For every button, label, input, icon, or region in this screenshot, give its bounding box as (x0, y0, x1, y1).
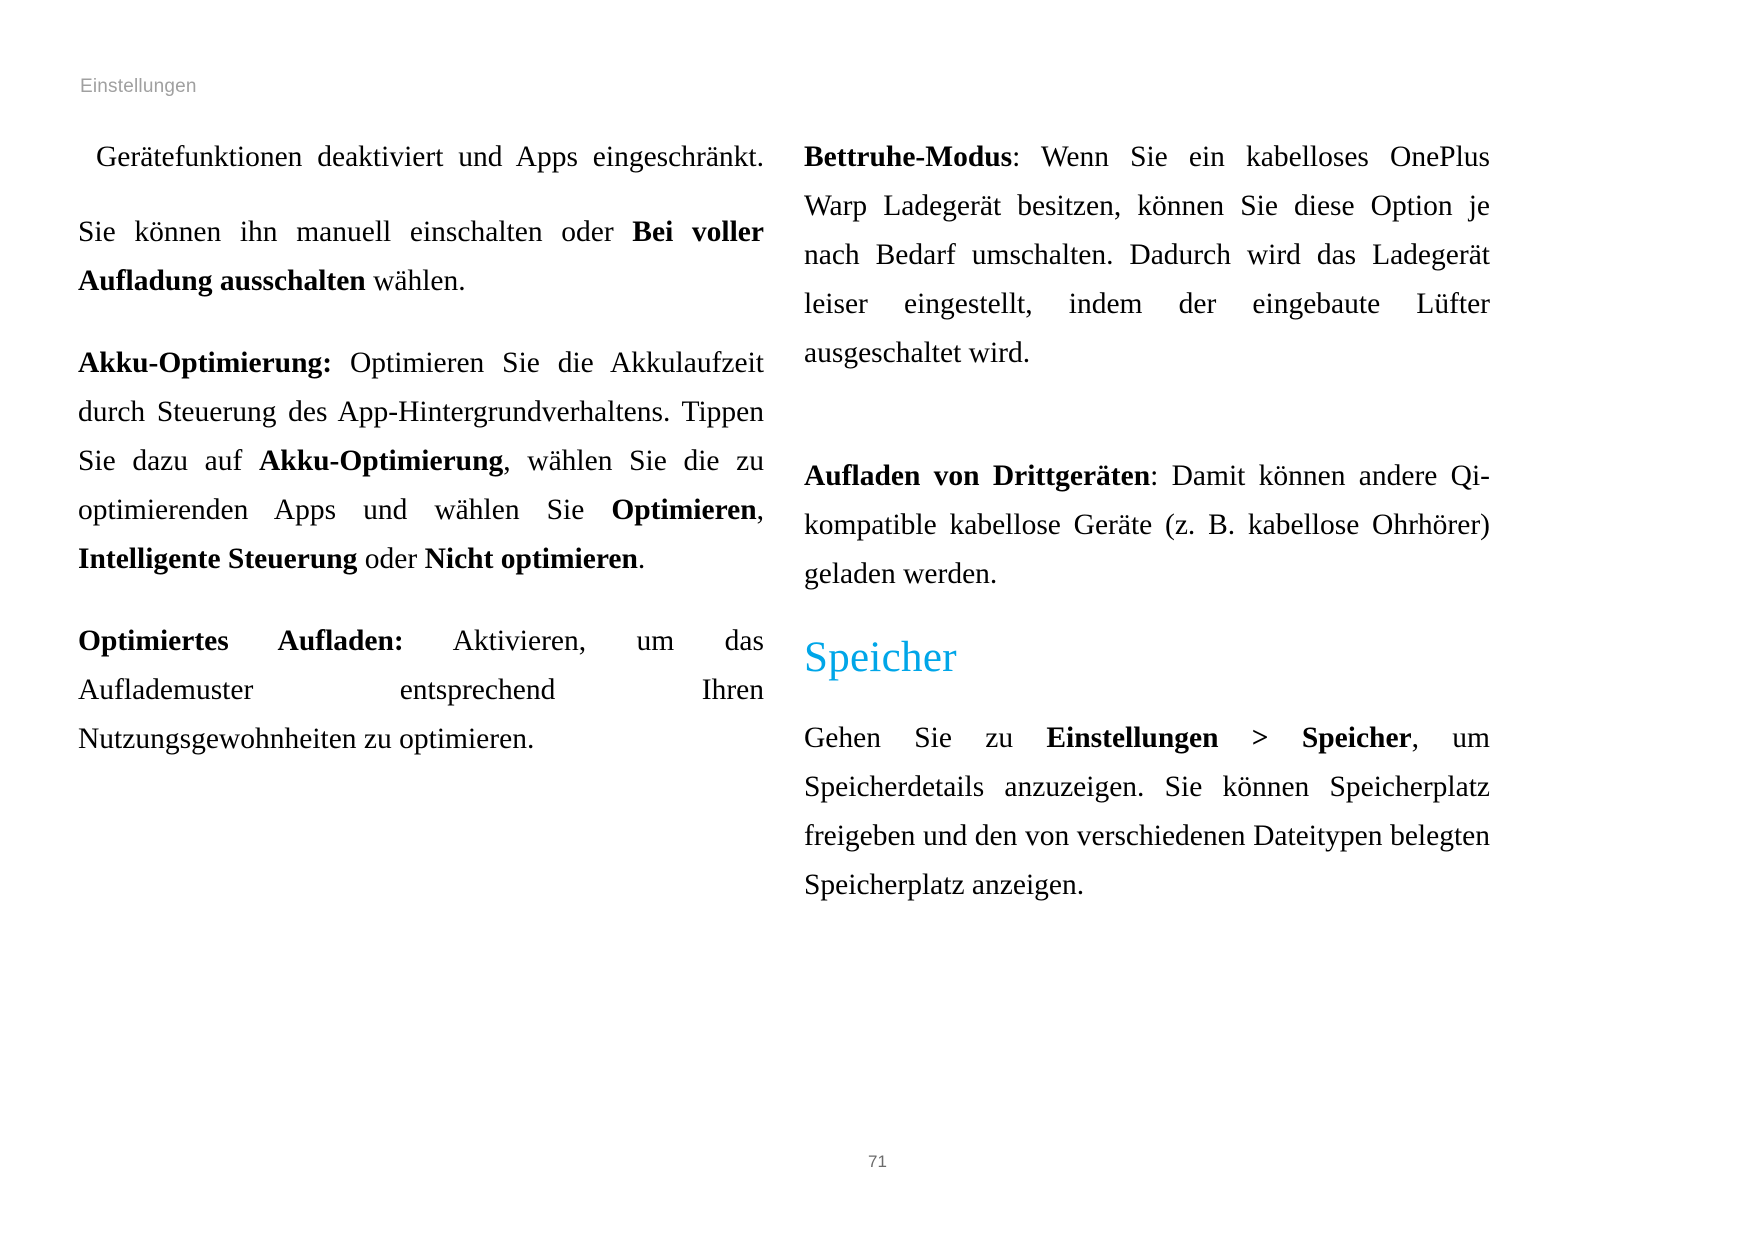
running-header: Einstellungen (80, 76, 197, 97)
paragraph-bedtime-mode: Bettruhe-Modus: Wenn Sie ein kabelloses … (804, 133, 1490, 378)
two-column-body: Gerätefunktionen deaktiviert und Apps ei… (78, 133, 1490, 910)
section-heading-speicher: Speicher (804, 634, 957, 681)
text-run-bold: Optimiertes Aufladen: (78, 625, 404, 657)
right-column: Bettruhe-Modus: Wenn Sie ein kabelloses … (804, 133, 1490, 910)
text-run: Gehen Sie zu (804, 722, 1047, 754)
text-run: oder (357, 543, 425, 575)
text-run-bold: Nicht optimieren (424, 543, 638, 575)
text-run: wählen. (365, 265, 466, 297)
document-page: Einstellungen Gerätefunktionen deaktivie… (0, 0, 1755, 1240)
text-run-bold: Optimieren (611, 494, 757, 526)
left-column: Gerätefunktionen deaktiviert und Apps ei… (78, 133, 764, 910)
text-run-bold: Akku-Optimierung (259, 445, 504, 477)
page-number: 71 (868, 1152, 887, 1171)
text-run-bold: Intelligente Steuerung (78, 543, 358, 575)
text-run-bold: Einstellungen > Speicher (1046, 722, 1412, 754)
paragraph-manual-toggle: Sie können ihn manuell einschalten oder … (78, 208, 764, 306)
paragraph-continued-device-functions: Gerätefunktionen deaktiviert und Apps ei… (78, 133, 764, 182)
text-run-bold: Akku-Optimierung: (78, 347, 333, 379)
text-run: , (756, 494, 764, 526)
paragraph-text: Gerätefunktionen deaktiviert und Apps ei… (96, 141, 764, 173)
text-run-bold: Aufladen von Drittgeräten (804, 460, 1151, 492)
text-run: : Wenn Sie ein kabelloses OnePlus Warp L… (804, 141, 1490, 369)
paragraph-third-party-charging: Aufladen von Drittgeräten: Damit können … (804, 452, 1490, 599)
text-run-bold: Bettruhe-Modus (804, 141, 1013, 173)
text-run: Sie können ihn manuell einschalten oder (78, 216, 633, 248)
paragraph-storage-details: Gehen Sie zu Einstellungen > Speicher, u… (804, 714, 1490, 910)
text-run: . (637, 543, 646, 575)
paragraph-optimized-charging: Optimiertes Aufladen: Aktivieren, um das… (78, 617, 764, 764)
paragraph-battery-optimization: Akku-Optimierung: Optimieren Sie die Akk… (78, 339, 764, 584)
